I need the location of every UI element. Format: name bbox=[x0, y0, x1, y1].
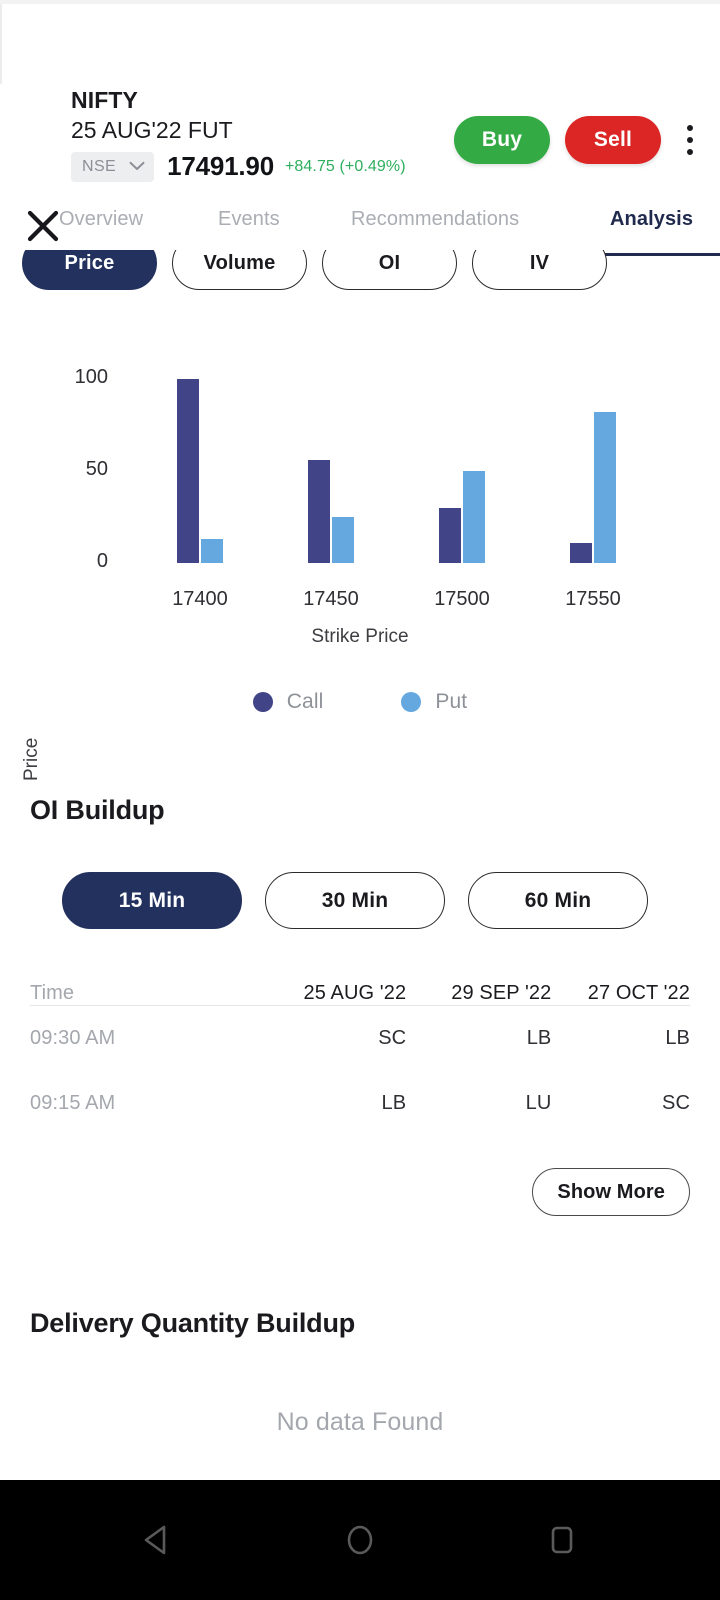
chip-volume[interactable]: Volume bbox=[172, 250, 307, 290]
legend-label-put: Put bbox=[435, 690, 468, 713]
x-tick-17500: 17500 bbox=[434, 588, 490, 610]
chip-iv[interactable]: IV bbox=[472, 250, 607, 290]
buy-button[interactable]: Buy bbox=[454, 116, 550, 164]
table-row: 09:15 AM LB LU SC bbox=[30, 1071, 690, 1136]
oi-buildup-title: OI Buildup bbox=[30, 795, 165, 825]
column-header-oct22: 27 OCT '22 bbox=[587, 982, 690, 1004]
status-strip bbox=[0, 0, 720, 4]
bar-call-17400 bbox=[177, 379, 199, 563]
cell-time: 09:30 AM bbox=[30, 1005, 255, 1071]
bar-put-17450 bbox=[332, 517, 354, 563]
chart-plot-area bbox=[0, 336, 720, 736]
column-header-sep22: 29 SEP '22 bbox=[451, 982, 552, 1004]
timeframe-60min[interactable]: 60 Min bbox=[468, 872, 648, 929]
legend-swatch-put bbox=[401, 692, 422, 712]
table-header-row: Time 25 AUG '22 29 SEP '22 27 OCT '22 bbox=[30, 982, 690, 1006]
tab-analysis[interactable]: Analysis bbox=[610, 208, 693, 231]
timeframe-30min[interactable]: 30 Min bbox=[265, 872, 445, 929]
timeframe-15min[interactable]: 15 Min bbox=[62, 872, 242, 929]
chevron-down-icon bbox=[129, 158, 145, 176]
bar-put-17500 bbox=[463, 471, 485, 563]
timeframe-selector: 15 Min 30 Min 60 Min bbox=[62, 872, 648, 929]
android-navigation-bar bbox=[0, 1480, 720, 1600]
x-tick-17450: 17450 bbox=[303, 588, 359, 610]
legend-swatch-call bbox=[252, 692, 273, 712]
cell-buildup-0: LB bbox=[381, 1092, 407, 1114]
square-recents-icon[interactable] bbox=[534, 1512, 590, 1568]
y-axis-title: Price bbox=[21, 737, 42, 781]
tab-overview[interactable]: Overview bbox=[59, 208, 143, 231]
contract-expiry: 25 AUG'22 FUT bbox=[71, 117, 233, 143]
chip-oi[interactable]: OI bbox=[322, 250, 457, 290]
price-change: +84.75 (+0.49%) bbox=[284, 157, 406, 175]
bar-put-17550 bbox=[594, 412, 616, 563]
cell-time: 09:15 AM bbox=[30, 1092, 116, 1114]
kebab-menu-icon[interactable] bbox=[674, 116, 706, 164]
column-header-aug22: 25 AUG '22 bbox=[303, 982, 407, 1004]
bar-call-17450 bbox=[308, 459, 330, 563]
chip-price[interactable]: Price bbox=[22, 250, 157, 290]
price-bar-chart: Price 0 50 100 17400 17450 17500 17550 bbox=[0, 336, 720, 781]
cell-buildup-2: SC bbox=[662, 1092, 690, 1114]
trade-actions: Buy Sell bbox=[454, 116, 706, 164]
cell-buildup-0: SC bbox=[254, 1005, 407, 1071]
x-axis-title: Strike Price bbox=[311, 626, 409, 647]
left-edge-hairline bbox=[0, 4, 2, 84]
oi-buildup-table: Time 25 AUG '22 29 SEP '22 27 OCT '22 09… bbox=[30, 982, 690, 1136]
delivery-empty-message: No data Found bbox=[276, 1408, 444, 1436]
instrument-header: NIFTY 25 AUG'22 FUT NSE 17491.90 +84.75 … bbox=[0, 86, 720, 242]
cell-buildup-1: LB bbox=[406, 1005, 552, 1071]
symbol-name: NIFTY bbox=[71, 87, 138, 113]
x-tick-17550: 17550 bbox=[565, 588, 621, 610]
table-row: 09:30 AM SC LB LB bbox=[30, 1005, 690, 1071]
triangle-back-icon[interactable] bbox=[130, 1512, 186, 1568]
bar-call-17550 bbox=[570, 542, 592, 563]
instrument-info: NIFTY 25 AUG'22 FUT NSE 17491.90 +84.75 … bbox=[71, 86, 406, 182]
delivery-buildup-title: Delivery Quantity Buildup bbox=[30, 1308, 356, 1338]
sell-button[interactable]: Sell bbox=[565, 116, 661, 164]
exchange-label: NSE bbox=[82, 157, 117, 175]
column-header-time: Time bbox=[30, 982, 75, 1004]
chart-legend: Call Put bbox=[0, 690, 720, 714]
tab-events[interactable]: Events bbox=[218, 208, 280, 231]
exchange-selector[interactable]: NSE bbox=[71, 151, 155, 182]
app-screen: NIFTY 25 AUG'22 FUT NSE 17491.90 +84.75 … bbox=[0, 0, 720, 1600]
last-traded-price: 17491.90 bbox=[167, 151, 274, 181]
tab-recommendations[interactable]: Recommendations bbox=[351, 208, 519, 231]
bar-put-17400 bbox=[201, 539, 223, 563]
show-more-button[interactable]: Show More bbox=[532, 1168, 690, 1216]
metric-chip-row: Price Volume OI IV bbox=[0, 250, 720, 298]
cell-buildup-2: LB bbox=[551, 1005, 690, 1071]
bar-call-17500 bbox=[439, 507, 461, 563]
legend-item-put: Put bbox=[401, 690, 467, 714]
legend-label-call: Call bbox=[286, 690, 324, 713]
cell-buildup-1: LU bbox=[525, 1092, 552, 1114]
circle-home-icon[interactable] bbox=[332, 1512, 388, 1568]
legend-item-call: Call bbox=[252, 690, 324, 714]
x-tick-17400: 17400 bbox=[172, 588, 228, 610]
